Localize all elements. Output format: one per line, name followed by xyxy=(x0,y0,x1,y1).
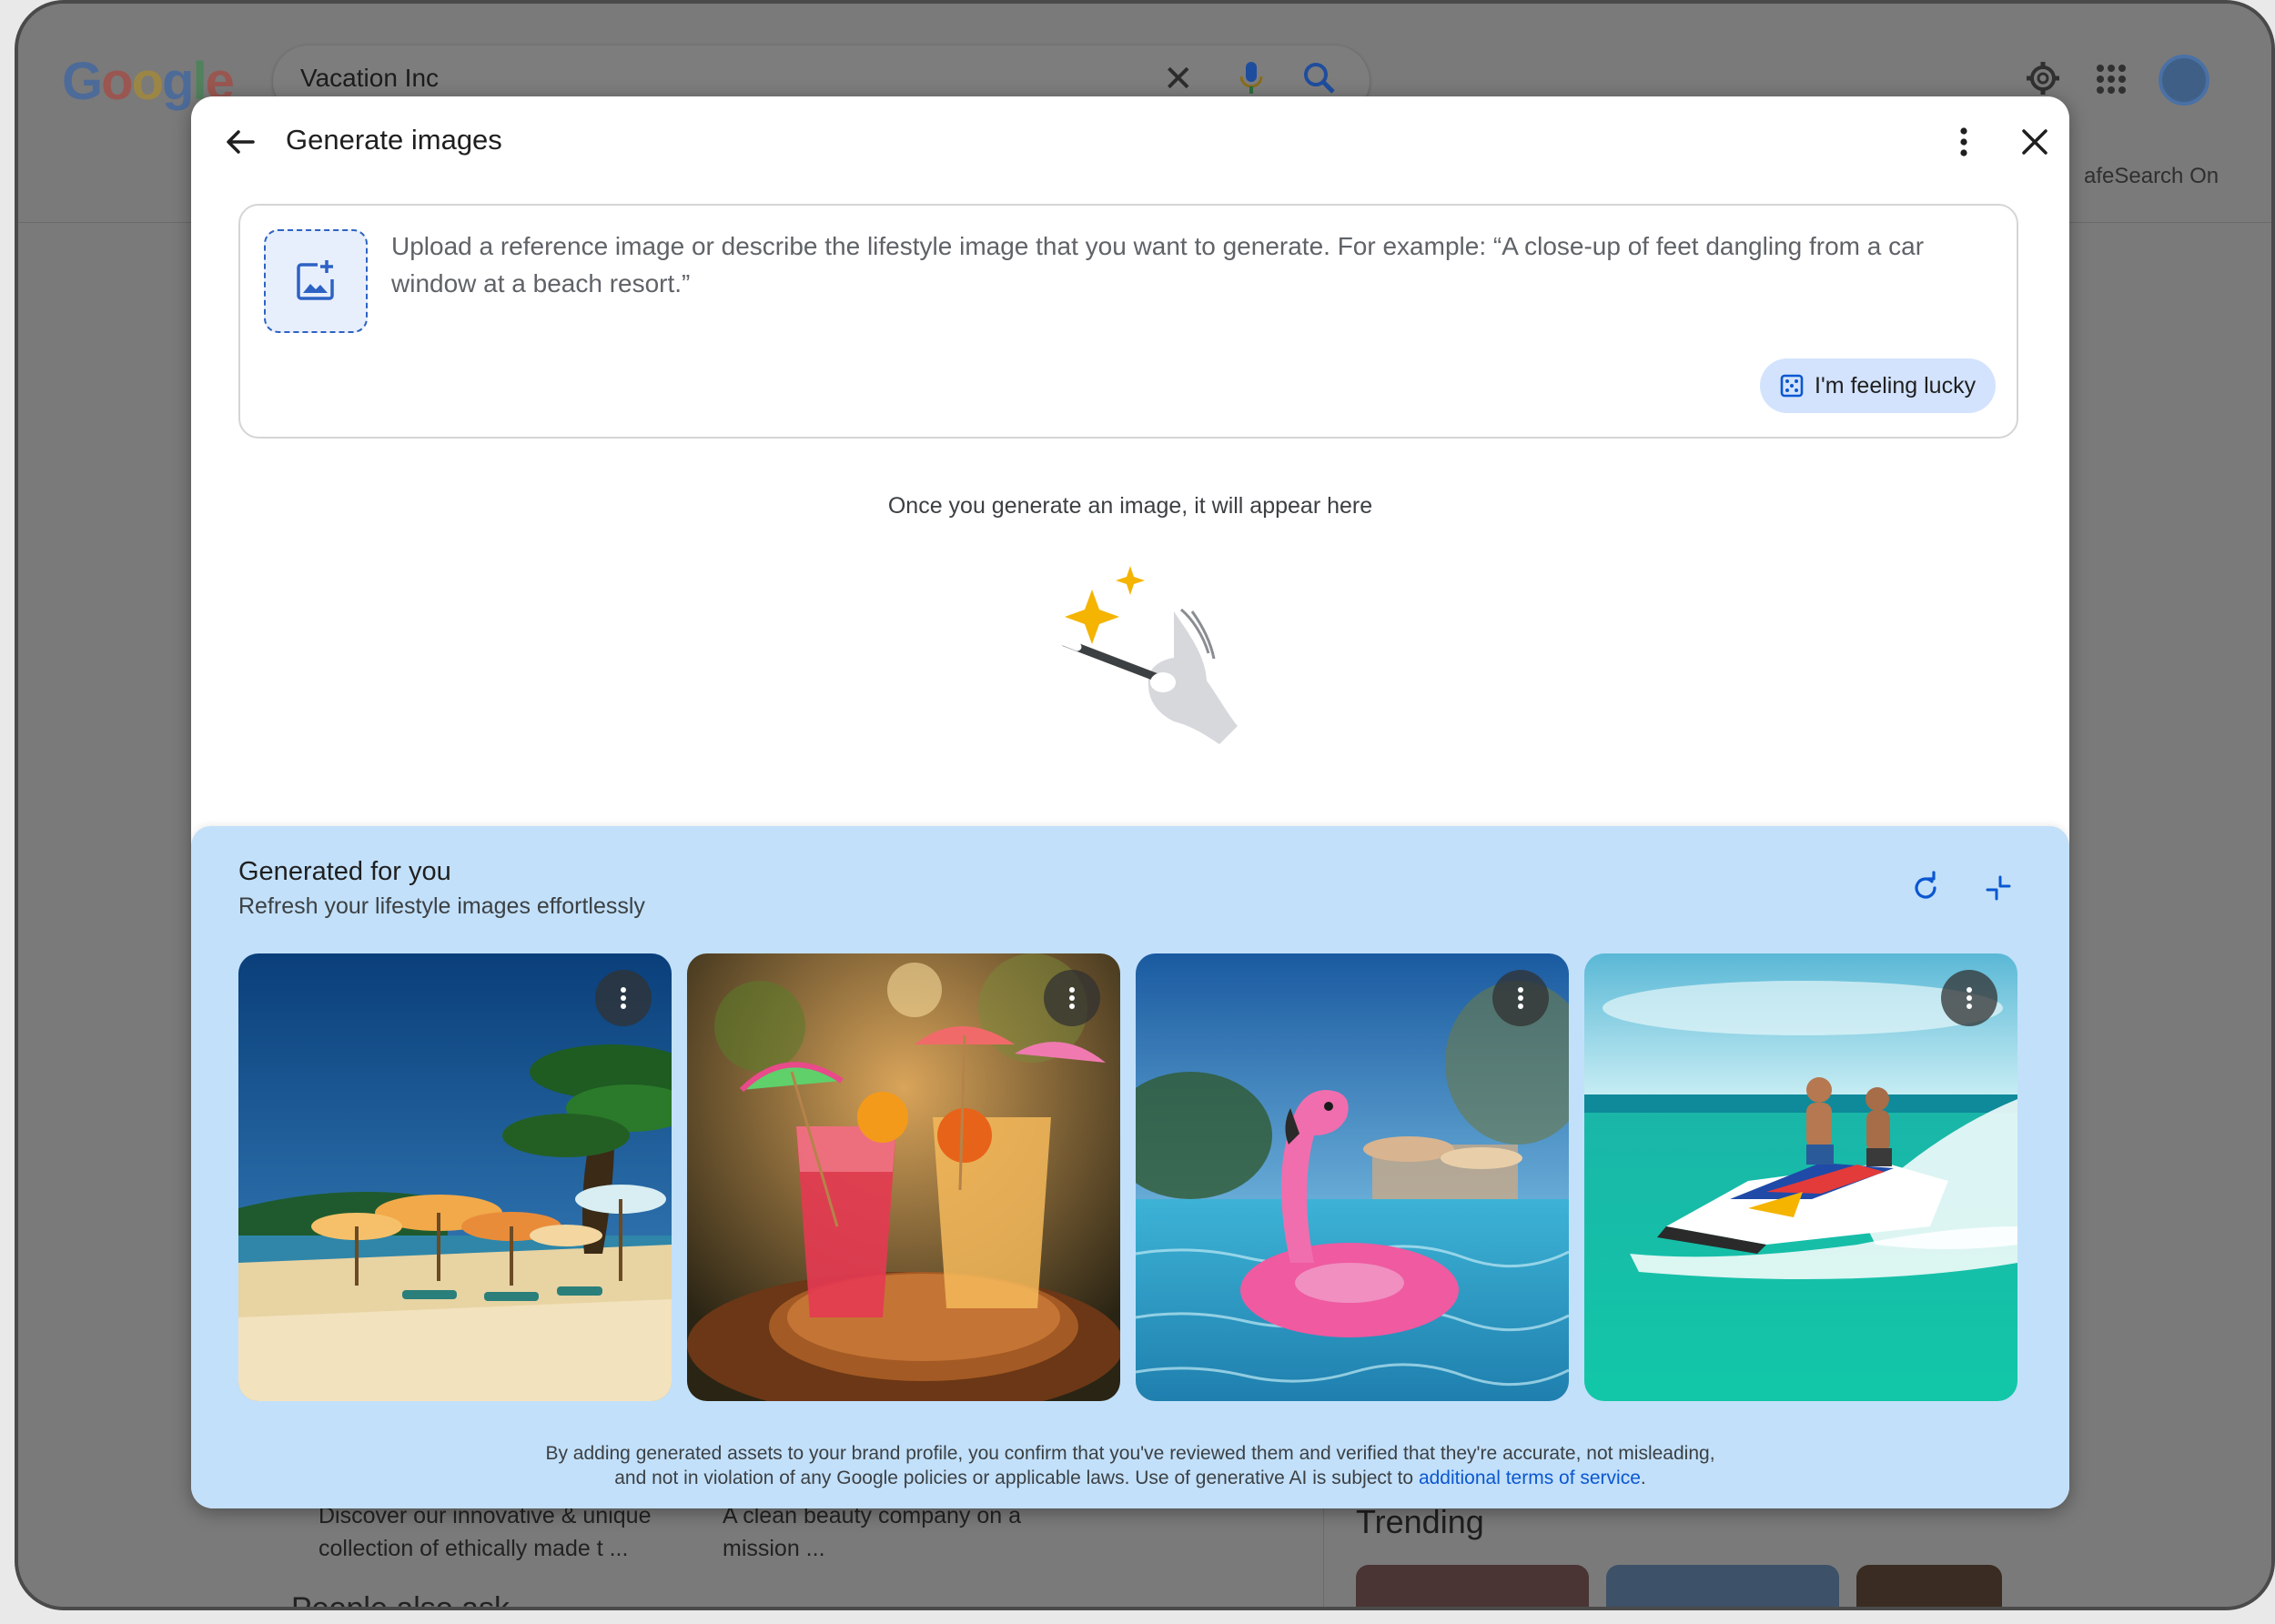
terms-of-service-link[interactable]: additional terms of service xyxy=(1419,1468,1641,1488)
generated-image-card[interactable] xyxy=(687,953,1120,1401)
generated-image-row xyxy=(238,953,2018,1401)
generated-image-card[interactable] xyxy=(1584,953,2017,1401)
trending-thumb xyxy=(1606,1565,1839,1607)
trending-thumb xyxy=(1356,1565,1589,1607)
background-snippet-1: Discover our innovative & unique collect… xyxy=(318,1503,652,1561)
image-menu-button[interactable] xyxy=(595,970,652,1026)
trending-heading: Trending xyxy=(1356,1503,1484,1540)
more-options-icon[interactable] xyxy=(1944,122,1984,162)
feeling-lucky-button[interactable]: I'm feeling lucky xyxy=(1760,358,1997,413)
dialog-title: Generate images xyxy=(286,124,502,156)
generate-images-dialog: Generate images Upload a reference image… xyxy=(191,96,2069,1508)
dialog-header: Generate images xyxy=(191,96,2069,187)
disclaimer-line-1: By adding generated assets to your brand… xyxy=(545,1443,1715,1464)
settings-gear-icon xyxy=(2027,62,2059,95)
disclaimer-line-2: and not in violation of any Google polic… xyxy=(614,1468,1646,1488)
close-icon[interactable] xyxy=(2015,122,2055,162)
column-divider xyxy=(1323,1496,1324,1607)
add-image-icon xyxy=(297,260,334,300)
image-menu-button[interactable] xyxy=(1044,970,1100,1026)
more-options-icon xyxy=(1518,987,1523,1009)
people-also-ask-heading: People also ask xyxy=(291,1591,511,1610)
search-icon xyxy=(1304,63,1335,94)
ai-disclaimer: By adding generated assets to your brand… xyxy=(191,1441,2069,1490)
generated-subtitle: Refresh your lifestyle images effortless… xyxy=(238,893,645,919)
magic-wand-illustration xyxy=(1057,566,1238,744)
more-options-icon xyxy=(1069,987,1075,1009)
upload-reference-button[interactable] xyxy=(264,229,368,333)
generated-for-you-panel: Generated for you Refresh your lifestyle… xyxy=(191,826,2069,1508)
prompt-input-box[interactable]: Upload a reference image or describe the… xyxy=(238,204,2018,439)
more-options-icon xyxy=(621,987,626,1009)
refresh-icon[interactable] xyxy=(1907,870,1944,906)
feeling-lucky-label: I'm feeling lucky xyxy=(1815,372,1977,398)
background-search-text: Vacation Inc xyxy=(300,64,440,92)
collapse-icon[interactable] xyxy=(1980,870,2017,906)
generated-image-card[interactable] xyxy=(1136,953,1569,1401)
clear-icon: ✕ xyxy=(1163,59,1194,99)
image-menu-button[interactable] xyxy=(1941,970,1997,1026)
more-options-icon xyxy=(1967,987,1972,1009)
generated-title: Generated for you xyxy=(238,857,451,886)
image-menu-button[interactable] xyxy=(1492,970,1549,1026)
back-arrow-icon[interactable] xyxy=(220,122,260,162)
avatar xyxy=(2159,55,2209,106)
mic-icon xyxy=(1239,62,1263,94)
prompt-placeholder[interactable]: Upload a reference image or describe the… xyxy=(391,227,1993,302)
apps-grid-icon xyxy=(2097,65,2126,94)
background-snippet-2: A clean beauty company on a mission ... xyxy=(723,1503,1022,1561)
trending-thumb xyxy=(1856,1565,2002,1607)
safesearch-label: afeSearch On xyxy=(2084,164,2219,188)
generated-image-card[interactable] xyxy=(238,953,672,1401)
empty-state-caption: Once you generate an image, it will appe… xyxy=(887,493,1373,519)
dice-icon xyxy=(1780,374,1804,398)
